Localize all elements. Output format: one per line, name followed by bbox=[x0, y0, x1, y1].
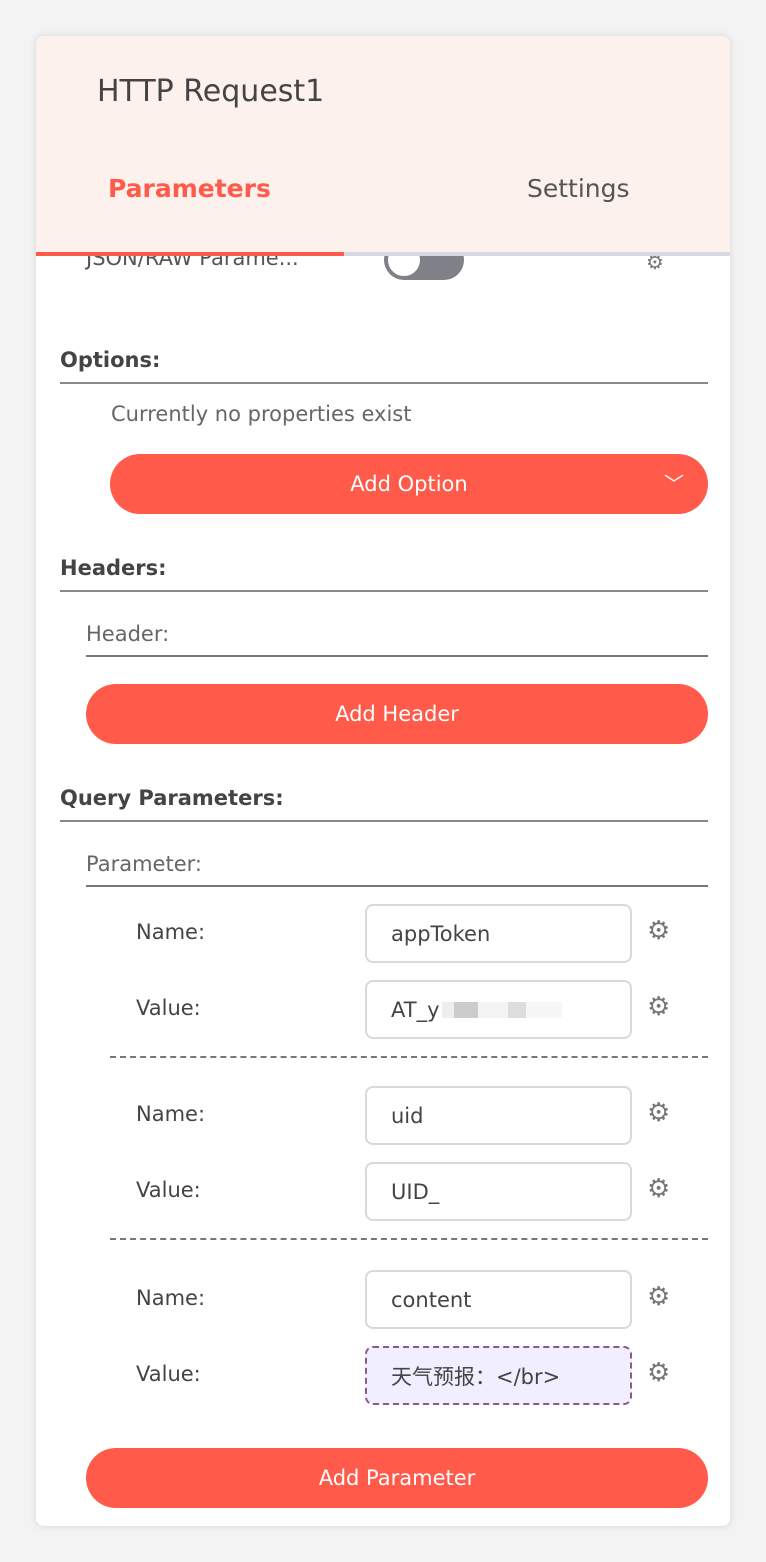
panel-header: HTTP Request1 Parameters Settings bbox=[36, 36, 730, 253]
param-name-input[interactable]: content bbox=[365, 1270, 632, 1329]
divider bbox=[60, 382, 708, 384]
node-panel: HTTP Request1 Parameters Settings JSON/R… bbox=[36, 36, 730, 1526]
header-label: Header: bbox=[86, 622, 170, 646]
node-title[interactable]: HTTP Request1 bbox=[97, 74, 324, 109]
redacted-block bbox=[441, 1001, 562, 1018]
param-value-text: AT_y bbox=[391, 997, 440, 1022]
options-empty-text: Currently no properties exist bbox=[111, 402, 412, 426]
divider bbox=[86, 885, 708, 887]
gear-icon[interactable]: ⚙ bbox=[647, 1358, 670, 1388]
name-label: Name: bbox=[136, 1286, 206, 1310]
gear-icon[interactable]: ⚙ bbox=[647, 992, 670, 1022]
json-raw-label: JSON/RAW Parame... bbox=[86, 256, 299, 270]
gear-icon[interactable]: ⚙ bbox=[647, 1282, 670, 1312]
param-separator bbox=[110, 1238, 708, 1240]
gear-icon[interactable]: ⚙ bbox=[647, 916, 670, 946]
parameters-scroll[interactable]: JSON/RAW Parame... ⚙ Options: Currently … bbox=[36, 256, 730, 1526]
value-label: Value: bbox=[136, 1362, 201, 1386]
options-title: Options: bbox=[60, 348, 161, 372]
tab-parameters[interactable]: Parameters bbox=[108, 174, 271, 203]
headers-title: Headers: bbox=[60, 556, 167, 580]
json-raw-row: JSON/RAW Parame... ⚙ bbox=[86, 256, 726, 290]
divider bbox=[60, 820, 708, 822]
gear-icon[interactable]: ⚙ bbox=[646, 256, 664, 274]
param-separator bbox=[110, 1056, 708, 1058]
value-label: Value: bbox=[136, 996, 201, 1020]
param-name-input[interactable]: appToken bbox=[365, 904, 632, 963]
add-parameter-button[interactable]: Add Parameter bbox=[86, 1448, 708, 1508]
query-parameters-title: Query Parameters: bbox=[60, 786, 284, 810]
param-value-input[interactable]: UID_ bbox=[365, 1162, 632, 1221]
divider bbox=[86, 655, 708, 657]
add-header-button[interactable]: Add Header bbox=[86, 684, 708, 744]
tab-settings[interactable]: Settings bbox=[527, 174, 630, 203]
param-name-input[interactable]: uid bbox=[365, 1086, 632, 1145]
json-raw-toggle[interactable] bbox=[384, 256, 464, 280]
add-option-label: Add Option bbox=[350, 472, 468, 496]
param-value-input[interactable]: 天气预报：</br> bbox=[365, 1346, 632, 1405]
name-label: Name: bbox=[136, 1102, 206, 1126]
gear-icon[interactable]: ⚙ bbox=[647, 1174, 670, 1204]
add-option-button[interactable]: Add Option ﹀ bbox=[110, 454, 708, 514]
name-label: Name: bbox=[136, 920, 206, 944]
divider bbox=[60, 590, 708, 592]
parameter-label: Parameter: bbox=[86, 852, 202, 876]
param-value-input[interactable]: AT_y bbox=[365, 980, 632, 1039]
gear-icon[interactable]: ⚙ bbox=[647, 1098, 670, 1128]
value-label: Value: bbox=[136, 1178, 201, 1202]
chevron-down-icon: ﹀ bbox=[664, 472, 684, 496]
